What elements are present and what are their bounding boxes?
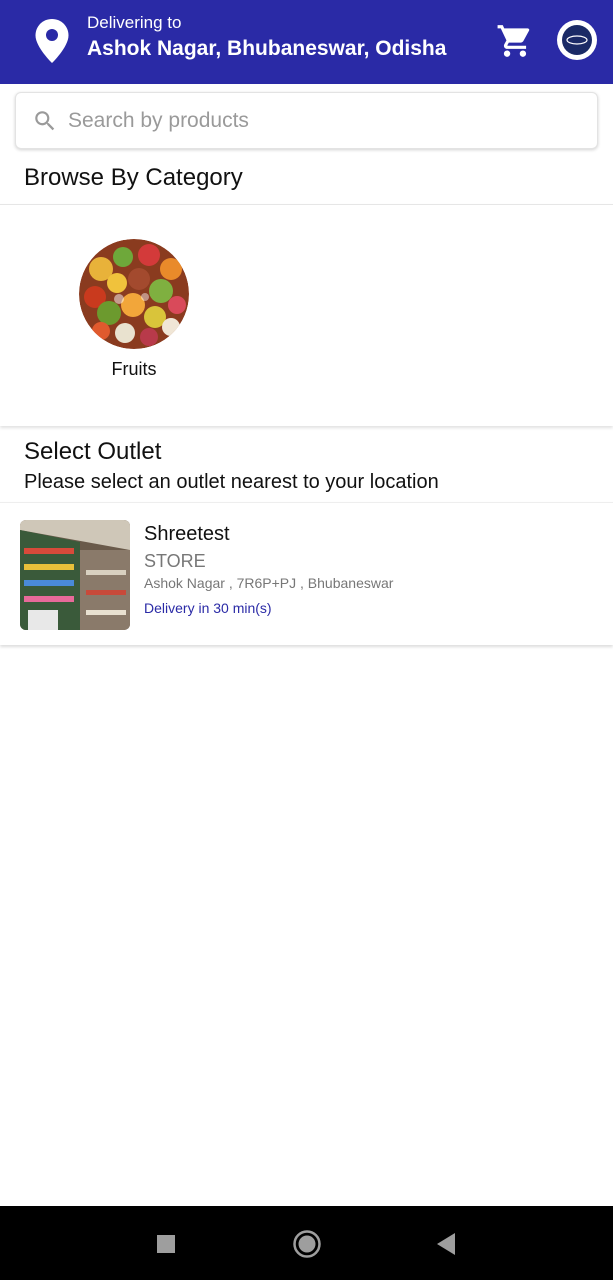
- outlet-type: STORE: [144, 551, 206, 571]
- category-item-fruits[interactable]: Fruits: [78, 239, 190, 380]
- browse-category-title: Browse By Category: [24, 164, 243, 191]
- home-circle-icon[interactable]: [292, 1229, 322, 1259]
- delivering-to-label: Delivering to: [87, 13, 182, 32]
- fruits-category-image: [79, 239, 189, 349]
- search-icon: [35, 111, 55, 131]
- category-label: Fruits: [111, 359, 157, 379]
- select-outlet-subtitle: Please select an outlet nearest to your …: [24, 471, 439, 493]
- delivery-address[interactable]: Ashok Nagar, Bhubaneswar, Odisha: [87, 37, 446, 61]
- store-image: [20, 520, 130, 630]
- avatar-logo: [562, 25, 592, 55]
- shopping-cart-icon[interactable]: [496, 22, 534, 60]
- recents-square-icon[interactable]: [157, 1235, 175, 1253]
- outlet-name: Shreetest: [144, 523, 230, 545]
- profile-avatar[interactable]: [557, 20, 597, 60]
- system-nav-bar: [0, 1206, 613, 1280]
- search-input[interactable]: [68, 103, 568, 139]
- location-pin-icon[interactable]: [34, 18, 70, 64]
- select-outlet-title: Select Outlet: [24, 438, 162, 465]
- outlet-address: Ashok Nagar , 7R6P+PJ , Bhubaneswar: [144, 575, 394, 591]
- back-triangle-icon[interactable]: [436, 1232, 456, 1256]
- app-header: Delivering to Ashok Nagar, Bhubaneswar, …: [0, 0, 613, 84]
- outlet-card[interactable]: Shreetest STORE Ashok Nagar , 7R6P+PJ , …: [0, 502, 613, 645]
- category-panel: Fruits: [0, 204, 613, 426]
- search-bar[interactable]: [15, 92, 598, 149]
- outlet-delivery-time: Delivery in 30 min(s): [144, 600, 272, 616]
